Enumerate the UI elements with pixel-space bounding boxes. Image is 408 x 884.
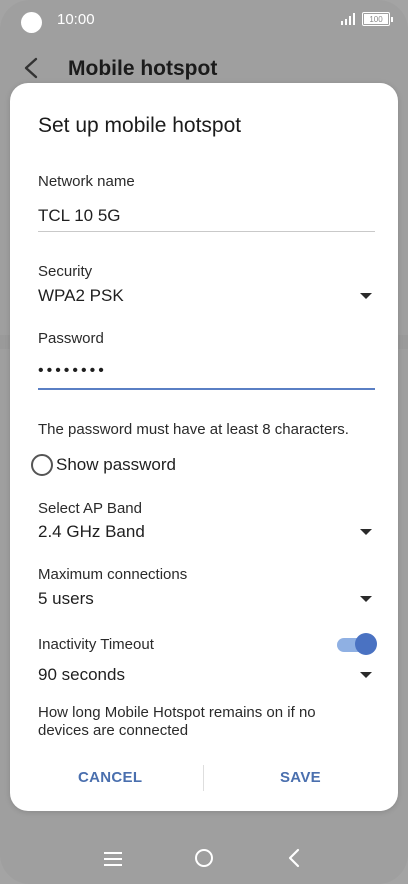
- security-label: Security: [38, 263, 93, 280]
- timeout-help-text-line1: How long Mobile Hotspot remains on if no: [38, 704, 316, 721]
- hotspot-setup-dialog: Set up mobile hotspot Network name TCL 1…: [10, 83, 398, 811]
- dialog-title: Set up mobile hotspot: [38, 114, 242, 137]
- home-icon[interactable]: [195, 849, 213, 867]
- inactivity-timeout-toggle[interactable]: [337, 633, 377, 655]
- show-password-checkbox[interactable]: [31, 454, 53, 476]
- toggle-thumb: [355, 633, 377, 655]
- navigation-bar: [0, 830, 408, 884]
- password-underline: [38, 388, 375, 390]
- status-bar: 10:00 100: [0, 0, 408, 40]
- ap-band-label: Select AP Band: [38, 500, 142, 517]
- menu-icon[interactable]: [104, 852, 122, 866]
- button-divider: [203, 765, 204, 791]
- phone-screen: 10:00 100 Mobile hotspot Set up mobile h…: [0, 0, 408, 884]
- timeout-help-text-line2: devices are connected: [38, 722, 189, 739]
- inactivity-timeout-select[interactable]: 90 seconds: [38, 665, 125, 685]
- status-time: 10:00: [57, 11, 95, 28]
- network-name-label: Network name: [38, 173, 135, 190]
- signal-icon: [341, 13, 355, 25]
- inactivity-timeout-dropdown-arrow-icon[interactable]: [360, 672, 372, 678]
- max-connections-dropdown-arrow-icon[interactable]: [360, 596, 372, 602]
- show-password-label[interactable]: Show password: [56, 455, 176, 475]
- ap-band-select[interactable]: 2.4 GHz Band: [38, 522, 145, 542]
- password-input[interactable]: ••••••••: [38, 362, 107, 380]
- battery-icon: 100: [362, 12, 393, 26]
- nav-back-icon[interactable]: [287, 848, 301, 868]
- back-arrow-icon[interactable]: [22, 56, 40, 80]
- battery-level: 100: [369, 14, 383, 24]
- password-label: Password: [38, 330, 104, 347]
- security-dropdown-arrow-icon[interactable]: [360, 293, 372, 299]
- max-connections-select[interactable]: 5 users: [38, 589, 94, 609]
- ap-band-dropdown-arrow-icon[interactable]: [360, 529, 372, 535]
- network-name-input[interactable]: TCL 10 5G: [38, 206, 121, 226]
- password-help-text: The password must have at least 8 charac…: [38, 421, 349, 438]
- camera-cutout: [21, 12, 42, 33]
- cancel-button[interactable]: CANCEL: [78, 769, 142, 786]
- save-button[interactable]: SAVE: [280, 769, 321, 786]
- network-name-underline: [38, 231, 375, 232]
- max-connections-label: Maximum connections: [38, 566, 188, 583]
- security-select[interactable]: WPA2 PSK: [38, 286, 124, 306]
- inactivity-timeout-label: Inactivity Timeout: [38, 636, 154, 653]
- page-title: Mobile hotspot: [68, 57, 218, 80]
